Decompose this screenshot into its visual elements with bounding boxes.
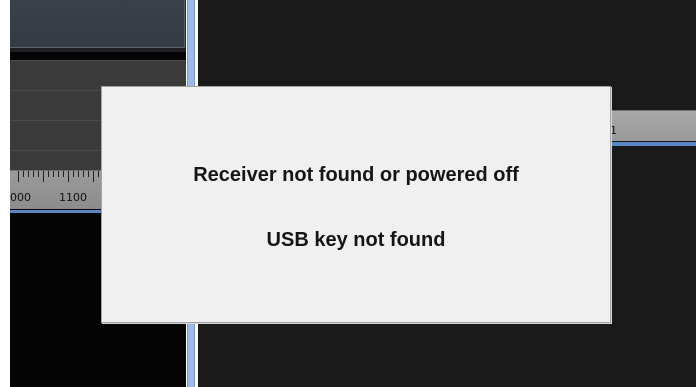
ruler-tick — [53, 171, 54, 177]
ruler-tick — [88, 171, 89, 177]
frequency-label: 1 — [610, 124, 617, 137]
frequency-label: 1100 — [59, 191, 87, 204]
usb-key-status-message: USB key not found — [266, 229, 446, 251]
receiver-status-message: Receiver not found or powered off — [193, 164, 519, 186]
status-dialog: Receiver not found or powered off USB ke… — [101, 86, 611, 323]
left-header-box — [10, 0, 185, 48]
ruler-tick — [63, 171, 64, 177]
ruler-tick — [93, 171, 94, 182]
app-window: 000 1100 1 Receiver not found or powered… — [0, 0, 696, 387]
ruler-tick — [73, 171, 74, 177]
ruler-tick — [38, 171, 39, 177]
ruler-tick — [83, 171, 84, 177]
right-frequency-ruler[interactable]: 1 — [608, 110, 696, 141]
ruler-tick — [58, 171, 59, 177]
ruler-tick — [78, 171, 79, 177]
ruler-tick — [98, 171, 99, 177]
ruler-tick — [48, 171, 49, 177]
spectrum-marker-line — [608, 142, 696, 146]
ruler-tick — [28, 171, 29, 177]
ruler-tick — [23, 171, 24, 177]
ruler-tick — [18, 171, 19, 182]
ruler-tick — [43, 171, 44, 182]
frequency-label: 000 — [10, 191, 31, 204]
ruler-tick — [68, 171, 69, 182]
ruler-tick — [33, 171, 34, 177]
